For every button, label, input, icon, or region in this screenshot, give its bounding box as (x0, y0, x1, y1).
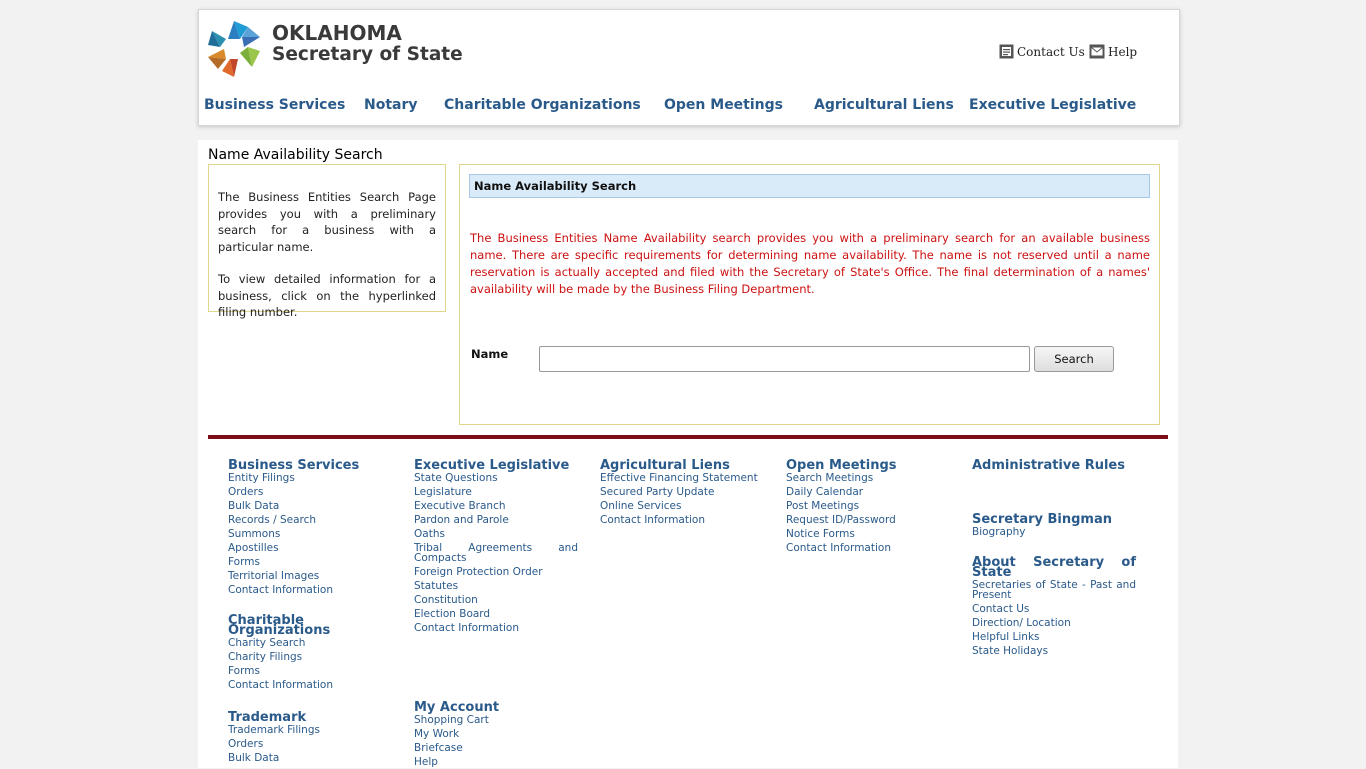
search-description: The Business Entities Name Availability … (470, 231, 1150, 296)
footer-heading-agricultural-liens[interactable]: Agricultural Liens (600, 459, 764, 472)
footer-link[interactable]: Orders (228, 737, 378, 751)
search-button[interactable]: Search (1034, 346, 1114, 372)
footer-heading-secretary-bingman[interactable]: Secretary Bingman (972, 513, 1136, 526)
footer-col-secretary: Secretary Bingman Biography (972, 513, 1136, 539)
footer-heading-executive-legislative[interactable]: Executive Legislative (414, 459, 578, 472)
footer-link[interactable]: Statutes (414, 579, 578, 593)
footer-link[interactable]: Bulk Data (228, 499, 378, 513)
footer-heading-trademark[interactable]: Trademark (228, 711, 378, 724)
footer-link[interactable]: Forms (228, 664, 338, 678)
footer-link[interactable]: Legislature (414, 485, 578, 499)
footer-col-admin: Administrative Rules (972, 459, 1136, 472)
help-link[interactable]: Help (1089, 44, 1137, 59)
footer-link[interactable]: Contact Information (228, 678, 338, 692)
nav-notary[interactable]: Notary (364, 97, 418, 113)
footer-heading-business-services[interactable]: Business Services (228, 459, 378, 472)
name-search-input[interactable] (539, 346, 1030, 372)
footer-link[interactable]: Contact Information (228, 583, 378, 597)
mail-icon (1089, 44, 1105, 59)
nav-open-meetings[interactable]: Open Meetings (664, 97, 783, 113)
footer-heading-about-secretary-of-state[interactable]: About Secretary of State (972, 556, 1136, 579)
footer-link[interactable]: Post Meetings (786, 499, 950, 513)
footer-col-liens: Agricultural Liens Effective Financing S… (600, 459, 764, 527)
footer-link[interactable]: Secretaries of State - Past and Present (972, 578, 1136, 602)
contact-icon (999, 44, 1014, 59)
footer-divider (208, 435, 1168, 439)
footer-col-executive: Executive Legislative State Questions Le… (414, 459, 578, 635)
nav-business-services[interactable]: Business Services (204, 97, 345, 113)
info-panel: The Business Entities Search Page provid… (208, 164, 446, 319)
name-label: Name (471, 347, 509, 361)
footer-link[interactable]: Notice Forms (786, 527, 950, 541)
search-panel: Name Availability Search The Business En… (459, 164, 1160, 425)
footer-link[interactable]: Secured Party Update (600, 485, 764, 499)
footer-col-about: About Secretary of State Secretaries of … (972, 556, 1136, 658)
footer-link[interactable]: Helpful Links (972, 630, 1136, 644)
footer-heading-charitable-organizations[interactable]: Charitable Organizations (228, 614, 338, 637)
footer-link[interactable]: Briefcase (414, 741, 578, 755)
info-text-1: The Business Entities Search Page provid… (218, 190, 436, 254)
footer-col-trademark: Trademark Trademark Filings Orders Bulk … (228, 711, 378, 765)
footer-link[interactable]: Pardon and Parole (414, 513, 578, 527)
footer-link[interactable]: Oaths (414, 527, 578, 541)
footer-link[interactable]: Contact Us (972, 602, 1136, 616)
brand-line1: OKLAHOMA (272, 21, 402, 45)
footer-link[interactable]: Contact Information (600, 513, 764, 527)
footer-link[interactable]: Orders (228, 485, 378, 499)
oklahoma-star-logo-icon[interactable] (204, 17, 264, 79)
footer-link[interactable]: My Work (414, 727, 578, 741)
contact-us-label: Contact Us (1017, 44, 1085, 59)
footer-link[interactable]: Records / Search (228, 513, 378, 527)
footer-link[interactable]: Shopping Cart (414, 713, 578, 727)
main-content: Name Availability Search The Business En… (198, 140, 1178, 768)
footer-link[interactable]: Forms (228, 555, 378, 569)
footer-link[interactable]: Election Board (414, 607, 578, 621)
contact-us-link[interactable]: Contact Us (999, 44, 1085, 59)
footer-link[interactable]: Tribal Agreements and Compacts (414, 541, 578, 565)
footer-link[interactable]: Effective Financing Statement (600, 471, 764, 485)
footer-link[interactable]: Bulk Data (228, 751, 378, 765)
footer-link[interactable]: Contact Information (414, 621, 578, 635)
footer-link[interactable]: Help (414, 755, 578, 769)
footer-col-charitable: Charitable Organizations Charity Search … (228, 614, 338, 692)
help-label: Help (1108, 44, 1138, 59)
footer-link[interactable]: Summons (228, 527, 378, 541)
footer-link[interactable]: Entity Filings (228, 471, 378, 485)
footer-link[interactable]: Constitution (414, 593, 578, 607)
footer-link[interactable]: Contact Information (786, 541, 950, 555)
footer-link[interactable]: Search Meetings (786, 471, 950, 485)
footer-link[interactable]: Trademark Filings (228, 723, 378, 737)
footer-heading-open-meetings[interactable]: Open Meetings (786, 459, 950, 472)
footer-link[interactable]: Apostilles (228, 541, 378, 555)
footer-link[interactable]: Territorial Images (228, 569, 378, 583)
footer-link[interactable]: State Questions (414, 471, 578, 485)
search-panel-heading: Name Availability Search (469, 174, 1150, 198)
footer-col-business: Business Services Entity Filings Orders … (228, 459, 378, 597)
nav-charitable-organizations[interactable]: Charitable Organizations (444, 97, 641, 113)
brand-line2: Secretary of State (272, 44, 463, 65)
page-title: Name Availability Search (208, 147, 383, 163)
footer-col-meetings: Open Meetings Search Meetings Daily Cale… (786, 459, 950, 555)
footer-col-account: My Account Shopping Cart My Work Briefca… (414, 701, 578, 769)
footer-link[interactable]: Direction/ Location (972, 616, 1136, 630)
footer-link[interactable]: Request ID/Password (786, 513, 950, 527)
footer-heading-my-account[interactable]: My Account (414, 701, 578, 714)
nav-executive-legislative[interactable]: Executive Legislative (969, 97, 1136, 113)
footer-link[interactable]: Charity Filings (228, 650, 338, 664)
footer-link[interactable]: Executive Branch (414, 499, 578, 513)
nav-agricultural-liens[interactable]: Agricultural Liens (814, 97, 954, 113)
footer-link[interactable]: Online Services (600, 499, 764, 513)
footer-link[interactable]: Foreign Protection Order (414, 565, 578, 579)
info-text-2: To view detailed information for a busin… (218, 272, 436, 319)
footer-link[interactable]: Biography (972, 525, 1136, 539)
footer-link[interactable]: State Holidays (972, 644, 1136, 658)
site-header: OKLAHOMA Secretary of State Contact Us H… (198, 9, 1180, 126)
footer-heading-administrative-rules[interactable]: Administrative Rules (972, 459, 1136, 472)
footer-link[interactable]: Charity Search (228, 636, 338, 650)
footer-link[interactable]: Daily Calendar (786, 485, 950, 499)
